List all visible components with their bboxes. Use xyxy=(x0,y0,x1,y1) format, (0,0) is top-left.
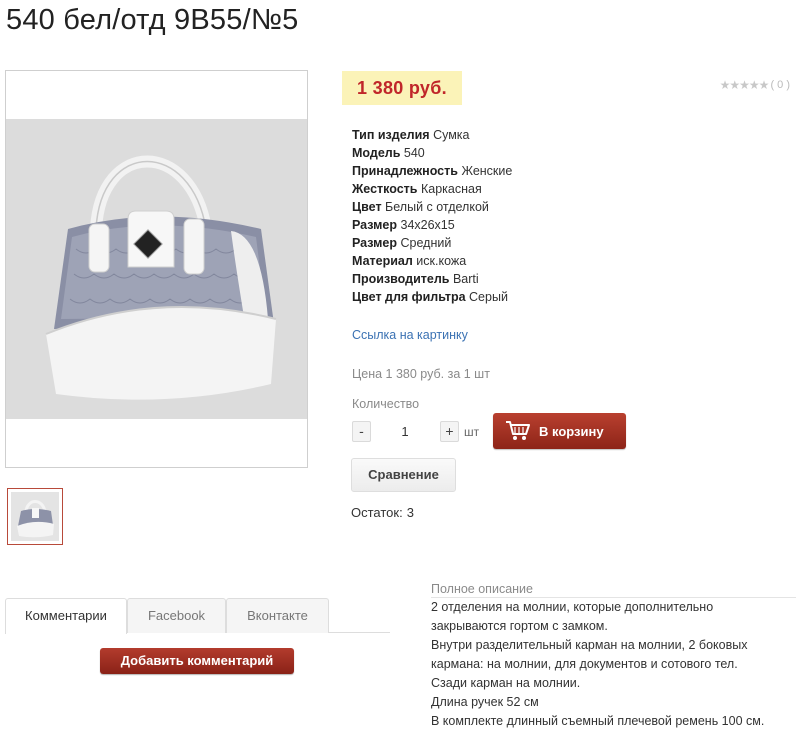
comment-tabs: Комментарии Facebook Вконтакте xyxy=(5,598,390,634)
property-row: Жесткость Каркасная xyxy=(352,180,512,198)
property-value: Сумка xyxy=(433,128,470,142)
add-to-cart-button[interactable]: В корзину xyxy=(493,413,626,449)
property-value: иск.кожа xyxy=(416,254,467,268)
description-line: Длина ручек 52 см xyxy=(431,695,539,709)
tab-comments[interactable]: Комментарии xyxy=(5,598,127,634)
property-name: Размер xyxy=(352,236,398,250)
property-row: Материал иск.кожа xyxy=(352,252,512,270)
property-value: Barti xyxy=(452,272,479,286)
tab-vkontakte[interactable]: Вконтакте xyxy=(226,598,329,633)
star-icon[interactable]: ★★★★★ xyxy=(720,78,770,92)
stock: Остаток: 3 xyxy=(351,505,414,520)
property-row: Размер 34x26x15 xyxy=(352,216,512,234)
add-comment-button[interactable]: Добавить комментарий xyxy=(100,648,294,674)
shopping-cart-icon xyxy=(506,421,530,440)
property-row: Тип изделия Сумка xyxy=(352,126,512,144)
property-name: Размер xyxy=(352,218,398,232)
quantity-label: Количество xyxy=(352,397,420,411)
property-row: Модель 540 xyxy=(352,144,512,162)
property-name: Производитель xyxy=(352,272,450,286)
property-value: 34x26x15 xyxy=(400,218,455,232)
property-name: Цвет для фильтра xyxy=(352,290,466,304)
description-line: В комплекте длинный съемный плечевой рем… xyxy=(431,714,765,728)
property-value: Женские xyxy=(461,164,513,178)
description-line: кармана: на молнии, для документов и сот… xyxy=(431,657,738,671)
quantity-unit: шт xyxy=(464,425,480,439)
property-name: Материал xyxy=(352,254,413,268)
product-photo[interactable] xyxy=(6,119,307,419)
quantity-decrease-button[interactable]: - xyxy=(352,421,371,442)
property-row: Цвет Белый с отделкой xyxy=(352,198,512,216)
property-row: Производитель Barti xyxy=(352,270,512,288)
quantity-input[interactable] xyxy=(375,421,435,442)
price: 1 380 руб. xyxy=(342,71,462,105)
add-to-cart-label: В корзину xyxy=(539,423,604,439)
compare-button[interactable]: Сравнение xyxy=(351,458,456,492)
description-line: закрываются гортом с замком. xyxy=(431,619,608,633)
stock-label: Остаток: xyxy=(351,505,403,520)
property-name: Жесткость xyxy=(352,182,418,196)
rating-count: ( 0 ) xyxy=(770,79,790,91)
property-name: Модель xyxy=(352,146,401,160)
property-value: Средний xyxy=(400,236,452,250)
property-value: Серый xyxy=(469,290,508,304)
property-row: Цвет для фильтра Серый xyxy=(352,288,512,306)
product-image-frame[interactable] xyxy=(5,70,308,468)
property-name: Принадлежность xyxy=(352,164,458,178)
product-thumbnail[interactable] xyxy=(7,488,63,545)
property-value: Каркасная xyxy=(420,182,482,196)
tab-facebook[interactable]: Facebook xyxy=(127,598,226,633)
description-title: Полное описание xyxy=(431,580,796,598)
property-value: Белый с отделкой xyxy=(385,200,489,214)
description-line: 2 отделения на молнии, которые дополните… xyxy=(431,600,714,614)
property-value: 540 xyxy=(403,146,425,160)
rating[interactable]: ★★★★★ ( 0 ) xyxy=(720,78,790,92)
property-row: Размер Средний xyxy=(352,234,512,252)
unit-price: Цена 1 380 руб. за 1 шт xyxy=(352,367,490,381)
thumbnail-image xyxy=(11,492,59,541)
description-line: Внутри разделительный карман на молнии, … xyxy=(431,638,748,652)
quantity-increase-button[interactable]: + xyxy=(440,421,459,442)
image-link[interactable]: Ссылка на картинку xyxy=(352,328,468,342)
stock-value: 3 xyxy=(406,505,414,520)
property-name: Тип изделия xyxy=(352,128,430,142)
property-name: Цвет xyxy=(352,200,382,214)
property-row: Принадлежность Женские xyxy=(352,162,512,180)
product-properties: Тип изделия Сумка Модель 540 Принадлежно… xyxy=(352,126,512,306)
full-description: Полное описание 2 отделения на молнии, к… xyxy=(431,580,796,731)
page-title: 540 бел/отд 9В55/№5 xyxy=(6,4,299,36)
description-line: Сзади карман на молнии. xyxy=(431,676,581,690)
